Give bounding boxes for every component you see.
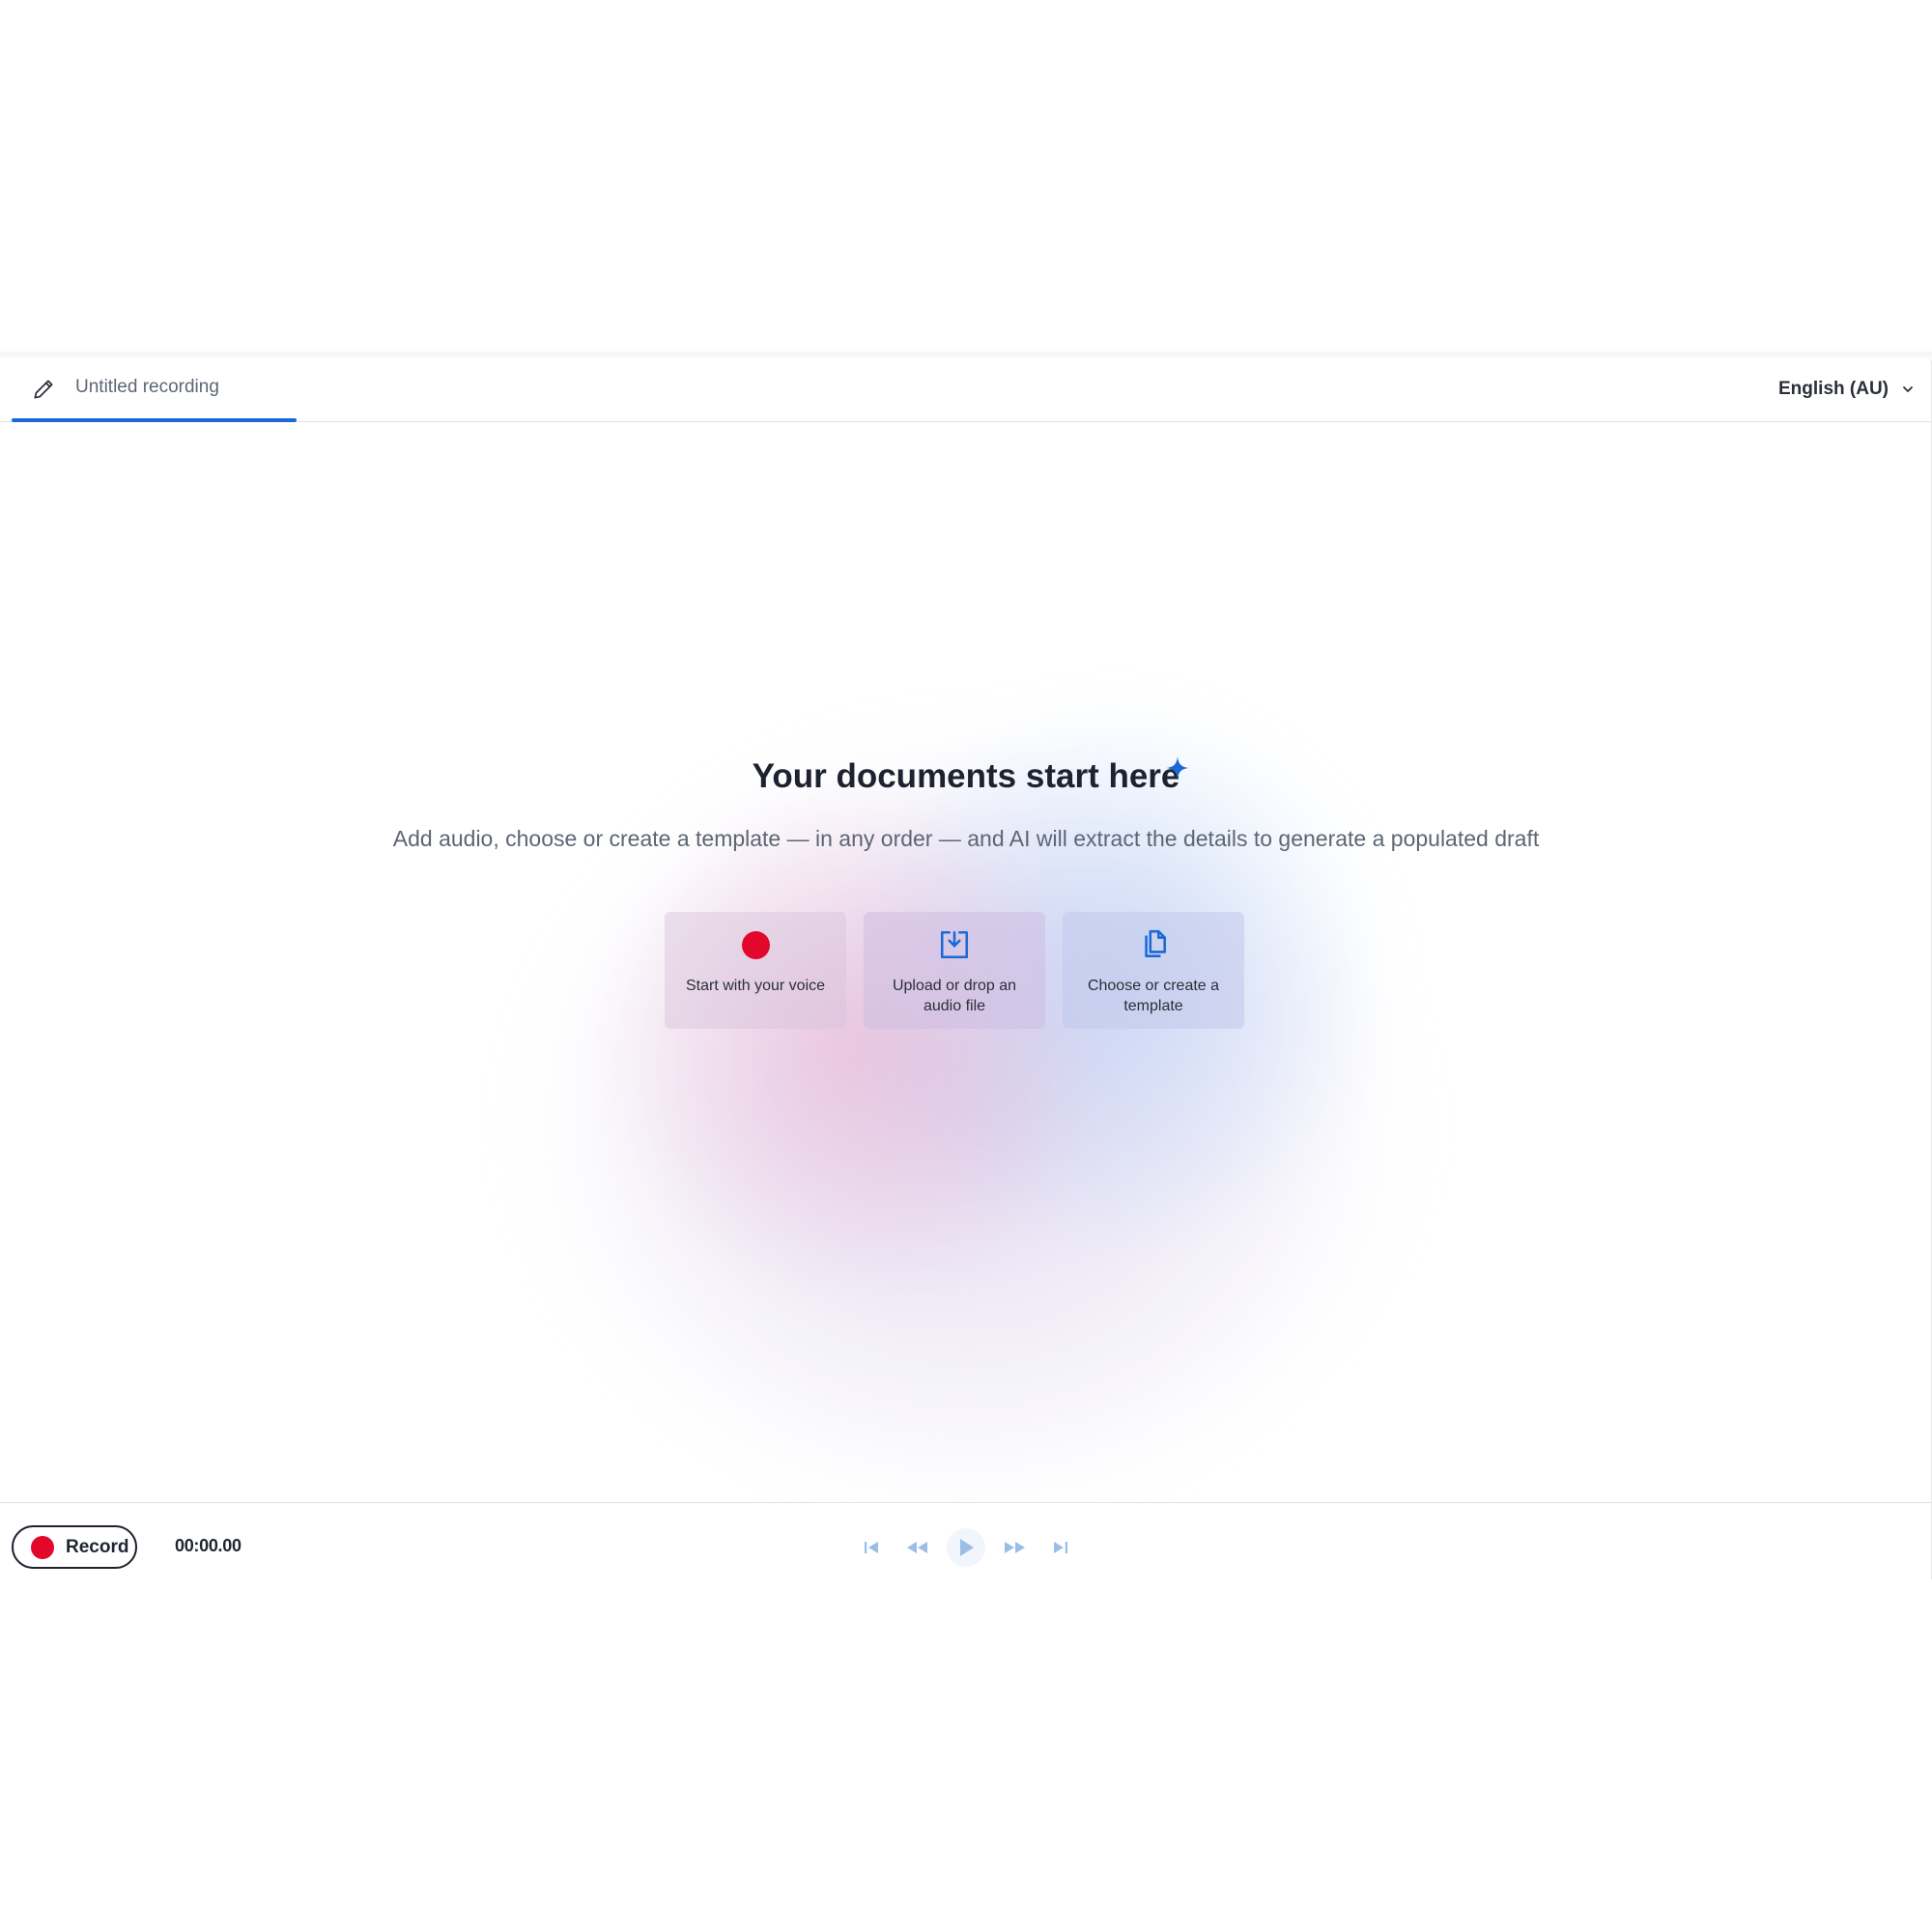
tab-bar: Untitled recording English (AU) — [0, 357, 1931, 422]
transport-bar: Record 00:00.00 — [0, 1502, 1931, 1580]
play-button[interactable] — [947, 1528, 985, 1567]
language-selector[interactable]: English (AU) — [1778, 377, 1916, 402]
pencil-icon[interactable] — [31, 377, 56, 402]
fast-forward-icon — [1005, 1542, 1025, 1553]
tab-untitled-recording[interactable]: Untitled recording — [12, 357, 297, 422]
app-root: Untitled recording English (AU) Your doc… — [0, 0, 1932, 1932]
skip-to-start-button[interactable] — [854, 1530, 889, 1565]
template-card[interactable]: Choose or create a template — [1063, 912, 1244, 1029]
record-button-label: Record — [66, 1536, 129, 1557]
record-button[interactable]: Record — [12, 1525, 137, 1569]
active-tab-indicator — [12, 418, 297, 422]
rewind-button[interactable] — [900, 1530, 935, 1565]
record-dot-icon — [739, 928, 772, 961]
skip-to-end-button[interactable] — [1043, 1530, 1078, 1565]
elapsed-time: 00:00.00 — [175, 1536, 242, 1555]
card-label: Upload or drop an audio file — [892, 978, 1017, 1014]
sparkle-icon — [1166, 756, 1189, 780]
skip-to-end-icon — [1054, 1542, 1067, 1553]
playback-controls — [854, 1528, 1078, 1567]
start-with-voice-card[interactable]: Start with your voice — [665, 912, 846, 1029]
hero-title: Your documents start here — [752, 757, 1180, 795]
record-dot-icon — [31, 1535, 54, 1559]
fast-forward-button[interactable] — [997, 1530, 1032, 1565]
start-options: Start with your voice Upload or drop an … — [665, 912, 1244, 1029]
recording-panel: Untitled recording English (AU) Your doc… — [0, 357, 1932, 1580]
recording-title[interactable]: Untitled recording — [75, 377, 219, 398]
card-label: Start with your voice — [685, 978, 826, 994]
rewind-icon — [907, 1542, 927, 1553]
copy-documents-icon — [1137, 928, 1170, 961]
hero-subtitle: Add audio, choose or create a template —… — [392, 826, 1540, 851]
skip-to-start-icon — [865, 1542, 878, 1553]
upload-audio-card[interactable]: Upload or drop an audio file — [864, 912, 1045, 1029]
language-label: English (AU) — [1778, 379, 1889, 399]
card-label: Choose or create a template — [1087, 978, 1220, 1014]
chevron-down-icon — [1903, 386, 1913, 392]
play-icon — [960, 1539, 974, 1556]
upload-file-icon — [938, 928, 971, 961]
